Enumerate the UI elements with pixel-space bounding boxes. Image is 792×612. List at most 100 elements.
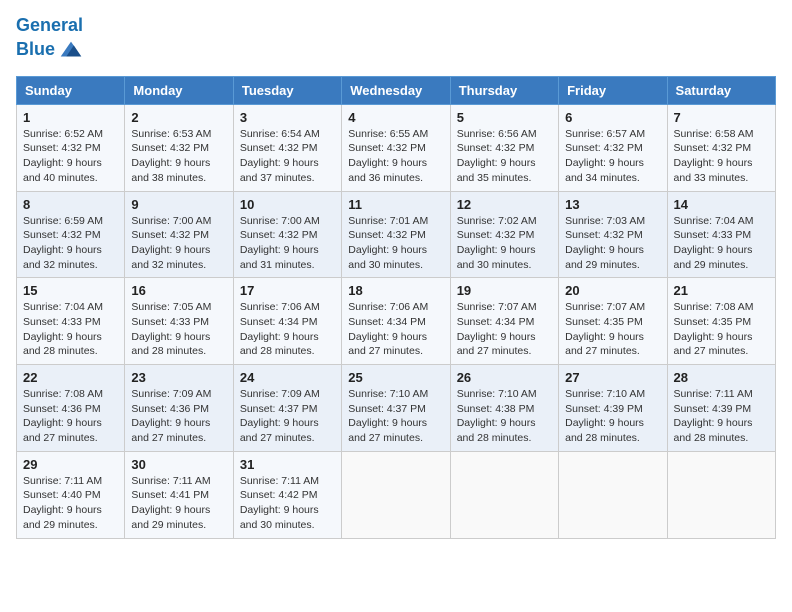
- day-cell-5: 5 Sunrise: 6:56 AMSunset: 4:32 PMDayligh…: [450, 104, 558, 191]
- day-info: Sunrise: 7:08 AMSunset: 4:35 PMDaylight:…: [674, 301, 754, 357]
- day-info: Sunrise: 6:54 AMSunset: 4:32 PMDaylight:…: [240, 128, 320, 184]
- logo-general: General: [16, 15, 83, 35]
- day-info: Sunrise: 7:06 AMSunset: 4:34 PMDaylight:…: [240, 301, 320, 357]
- day-cell-21: 21 Sunrise: 7:08 AMSunset: 4:35 PMDaylig…: [667, 278, 775, 365]
- calendar-header: SundayMondayTuesdayWednesdayThursdayFrid…: [17, 76, 776, 104]
- day-info: Sunrise: 7:03 AMSunset: 4:32 PMDaylight:…: [565, 215, 645, 271]
- weekday-header-tuesday: Tuesday: [233, 76, 341, 104]
- day-number: 24: [240, 370, 335, 385]
- day-number: 27: [565, 370, 660, 385]
- day-number: 20: [565, 283, 660, 298]
- day-number: 11: [348, 197, 443, 212]
- day-info: Sunrise: 7:11 AMSunset: 4:42 PMDaylight:…: [240, 475, 319, 531]
- day-cell-25: 25 Sunrise: 7:10 AMSunset: 4:37 PMDaylig…: [342, 365, 450, 452]
- day-number: 14: [674, 197, 769, 212]
- day-cell-29: 29 Sunrise: 7:11 AMSunset: 4:40 PMDaylig…: [17, 451, 125, 538]
- empty-cell: [559, 451, 667, 538]
- day-number: 21: [674, 283, 769, 298]
- day-cell-15: 15 Sunrise: 7:04 AMSunset: 4:33 PMDaylig…: [17, 278, 125, 365]
- day-number: 19: [457, 283, 552, 298]
- day-number: 9: [131, 197, 226, 212]
- day-cell-11: 11 Sunrise: 7:01 AMSunset: 4:32 PMDaylig…: [342, 191, 450, 278]
- day-cell-3: 3 Sunrise: 6:54 AMSunset: 4:32 PMDayligh…: [233, 104, 341, 191]
- day-cell-12: 12 Sunrise: 7:02 AMSunset: 4:32 PMDaylig…: [450, 191, 558, 278]
- weekday-header-sunday: Sunday: [17, 76, 125, 104]
- day-number: 29: [23, 457, 118, 472]
- day-info: Sunrise: 6:58 AMSunset: 4:32 PMDaylight:…: [674, 128, 754, 184]
- day-cell-18: 18 Sunrise: 7:06 AMSunset: 4:34 PMDaylig…: [342, 278, 450, 365]
- day-info: Sunrise: 7:07 AMSunset: 4:34 PMDaylight:…: [457, 301, 537, 357]
- day-cell-20: 20 Sunrise: 7:07 AMSunset: 4:35 PMDaylig…: [559, 278, 667, 365]
- empty-cell: [342, 451, 450, 538]
- day-info: Sunrise: 6:56 AMSunset: 4:32 PMDaylight:…: [457, 128, 537, 184]
- weekday-header-thursday: Thursday: [450, 76, 558, 104]
- day-cell-13: 13 Sunrise: 7:03 AMSunset: 4:32 PMDaylig…: [559, 191, 667, 278]
- day-info: Sunrise: 7:07 AMSunset: 4:35 PMDaylight:…: [565, 301, 645, 357]
- calendar-week-4: 22 Sunrise: 7:08 AMSunset: 4:36 PMDaylig…: [17, 365, 776, 452]
- calendar-week-2: 8 Sunrise: 6:59 AMSunset: 4:32 PMDayligh…: [17, 191, 776, 278]
- day-info: Sunrise: 7:09 AMSunset: 4:37 PMDaylight:…: [240, 388, 320, 444]
- calendar-week-3: 15 Sunrise: 7:04 AMSunset: 4:33 PMDaylig…: [17, 278, 776, 365]
- day-cell-16: 16 Sunrise: 7:05 AMSunset: 4:33 PMDaylig…: [125, 278, 233, 365]
- day-number: 12: [457, 197, 552, 212]
- day-number: 1: [23, 110, 118, 125]
- day-info: Sunrise: 6:52 AMSunset: 4:32 PMDaylight:…: [23, 128, 103, 184]
- weekday-header-friday: Friday: [559, 76, 667, 104]
- day-cell-10: 10 Sunrise: 7:00 AMSunset: 4:32 PMDaylig…: [233, 191, 341, 278]
- day-cell-9: 9 Sunrise: 7:00 AMSunset: 4:32 PMDayligh…: [125, 191, 233, 278]
- day-info: Sunrise: 6:59 AMSunset: 4:32 PMDaylight:…: [23, 215, 103, 271]
- empty-cell: [450, 451, 558, 538]
- weekday-header-wednesday: Wednesday: [342, 76, 450, 104]
- day-cell-8: 8 Sunrise: 6:59 AMSunset: 4:32 PMDayligh…: [17, 191, 125, 278]
- day-info: Sunrise: 7:09 AMSunset: 4:36 PMDaylight:…: [131, 388, 211, 444]
- day-number: 6: [565, 110, 660, 125]
- calendar-week-1: 1 Sunrise: 6:52 AMSunset: 4:32 PMDayligh…: [17, 104, 776, 191]
- day-info: Sunrise: 7:10 AMSunset: 4:38 PMDaylight:…: [457, 388, 537, 444]
- day-cell-24: 24 Sunrise: 7:09 AMSunset: 4:37 PMDaylig…: [233, 365, 341, 452]
- day-cell-2: 2 Sunrise: 6:53 AMSunset: 4:32 PMDayligh…: [125, 104, 233, 191]
- day-cell-23: 23 Sunrise: 7:09 AMSunset: 4:36 PMDaylig…: [125, 365, 233, 452]
- logo-blue: Blue: [16, 40, 55, 60]
- day-info: Sunrise: 7:00 AMSunset: 4:32 PMDaylight:…: [131, 215, 211, 271]
- day-cell-6: 6 Sunrise: 6:57 AMSunset: 4:32 PMDayligh…: [559, 104, 667, 191]
- calendar-week-5: 29 Sunrise: 7:11 AMSunset: 4:40 PMDaylig…: [17, 451, 776, 538]
- day-info: Sunrise: 7:05 AMSunset: 4:33 PMDaylight:…: [131, 301, 211, 357]
- day-number: 16: [131, 283, 226, 298]
- day-number: 22: [23, 370, 118, 385]
- day-info: Sunrise: 7:10 AMSunset: 4:39 PMDaylight:…: [565, 388, 645, 444]
- weekday-header-monday: Monday: [125, 76, 233, 104]
- day-cell-17: 17 Sunrise: 7:06 AMSunset: 4:34 PMDaylig…: [233, 278, 341, 365]
- day-cell-28: 28 Sunrise: 7:11 AMSunset: 4:39 PMDaylig…: [667, 365, 775, 452]
- day-info: Sunrise: 7:11 AMSunset: 4:41 PMDaylight:…: [131, 475, 210, 531]
- day-cell-1: 1 Sunrise: 6:52 AMSunset: 4:32 PMDayligh…: [17, 104, 125, 191]
- logo: General Blue: [16, 16, 85, 64]
- day-number: 3: [240, 110, 335, 125]
- day-cell-4: 4 Sunrise: 6:55 AMSunset: 4:32 PMDayligh…: [342, 104, 450, 191]
- day-number: 7: [674, 110, 769, 125]
- day-number: 10: [240, 197, 335, 212]
- day-cell-19: 19 Sunrise: 7:07 AMSunset: 4:34 PMDaylig…: [450, 278, 558, 365]
- day-info: Sunrise: 7:00 AMSunset: 4:32 PMDaylight:…: [240, 215, 320, 271]
- day-cell-27: 27 Sunrise: 7:10 AMSunset: 4:39 PMDaylig…: [559, 365, 667, 452]
- day-cell-26: 26 Sunrise: 7:10 AMSunset: 4:38 PMDaylig…: [450, 365, 558, 452]
- day-info: Sunrise: 7:04 AMSunset: 4:33 PMDaylight:…: [23, 301, 103, 357]
- day-number: 28: [674, 370, 769, 385]
- day-number: 15: [23, 283, 118, 298]
- day-info: Sunrise: 6:53 AMSunset: 4:32 PMDaylight:…: [131, 128, 211, 184]
- calendar-table: SundayMondayTuesdayWednesdayThursdayFrid…: [16, 76, 776, 539]
- day-number: 5: [457, 110, 552, 125]
- day-number: 25: [348, 370, 443, 385]
- day-info: Sunrise: 6:55 AMSunset: 4:32 PMDaylight:…: [348, 128, 428, 184]
- day-number: 18: [348, 283, 443, 298]
- empty-cell: [667, 451, 775, 538]
- day-info: Sunrise: 7:11 AMSunset: 4:40 PMDaylight:…: [23, 475, 102, 531]
- day-cell-30: 30 Sunrise: 7:11 AMSunset: 4:41 PMDaylig…: [125, 451, 233, 538]
- day-cell-7: 7 Sunrise: 6:58 AMSunset: 4:32 PMDayligh…: [667, 104, 775, 191]
- day-number: 13: [565, 197, 660, 212]
- day-info: Sunrise: 7:11 AMSunset: 4:39 PMDaylight:…: [674, 388, 753, 444]
- day-number: 2: [131, 110, 226, 125]
- day-number: 17: [240, 283, 335, 298]
- day-number: 23: [131, 370, 226, 385]
- day-number: 31: [240, 457, 335, 472]
- day-number: 8: [23, 197, 118, 212]
